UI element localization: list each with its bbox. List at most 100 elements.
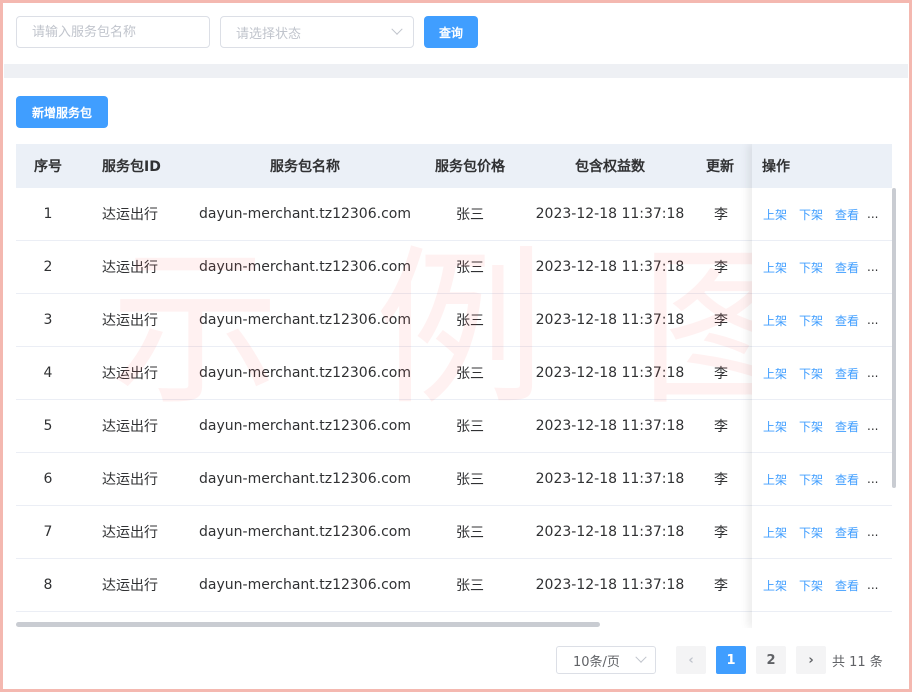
shelve-link[interactable]: 上架 xyxy=(763,312,787,329)
view-link[interactable]: 查看 xyxy=(835,418,859,435)
cell-price: 张三 xyxy=(456,366,484,382)
cell-package-name: dayun-merchant.tz12306.com xyxy=(199,312,411,328)
row-actions: 上架 下架 查看... xyxy=(752,559,892,612)
cell-index: 5 xyxy=(43,418,53,434)
header-updated-by: 更新 xyxy=(706,159,734,175)
cell-package-name: dayun-merchant.tz12306.com xyxy=(199,365,411,381)
cell-index: 2 xyxy=(43,259,53,275)
pagination: 10条/页 ‹ 1 2 › 共 11 条 xyxy=(556,646,883,674)
cell-index: 6 xyxy=(43,471,53,487)
header-index: 序号 xyxy=(34,159,62,175)
unshelve-link[interactable]: 下架 xyxy=(799,312,823,329)
shelve-link[interactable]: 上架 xyxy=(763,206,787,223)
chevron-left-icon: ‹ xyxy=(688,652,694,668)
shelve-link[interactable]: 上架 xyxy=(763,524,787,541)
unshelve-link[interactable]: 下架 xyxy=(799,206,823,223)
filter-bar: 请选择状态 查询 xyxy=(16,16,479,48)
header-package-id: 服务包ID xyxy=(102,159,161,175)
vertical-scrollbar[interactable] xyxy=(892,188,896,488)
header-rights-count: 包含权益数 xyxy=(575,159,645,175)
cell-updated-by: 李 xyxy=(714,525,728,541)
shelve-link[interactable]: 上架 xyxy=(763,471,787,488)
row-actions: 上架 下架 查看... xyxy=(752,347,892,400)
row-actions: 上架 下架 查看... xyxy=(752,294,892,347)
cell-updated-by: 李 xyxy=(714,313,728,329)
view-link[interactable]: 查看 xyxy=(835,206,859,223)
more-actions-button[interactable]: ... xyxy=(867,207,878,221)
row-actions: 上架 下架 查看... xyxy=(752,453,892,506)
cell-rights-count: 2023-12-18 11:37:18 xyxy=(535,577,685,593)
cell-rights-count: 2023-12-18 11:37:18 xyxy=(535,365,685,381)
cell-package-name: dayun-merchant.tz12306.com xyxy=(199,577,411,593)
cell-updated-by: 李 xyxy=(714,472,728,488)
cell-index: 1 xyxy=(43,206,53,222)
view-link[interactable]: 查看 xyxy=(835,471,859,488)
shelve-link[interactable]: 上架 xyxy=(763,259,787,276)
view-link[interactable]: 查看 xyxy=(835,577,859,594)
unshelve-link[interactable]: 下架 xyxy=(799,259,823,276)
row-actions: 上架 下架 查看... xyxy=(752,188,892,241)
page-button-1[interactable]: 1 xyxy=(716,646,746,674)
page-button-2[interactable]: 2 xyxy=(756,646,786,674)
more-actions-button[interactable]: ... xyxy=(867,525,878,539)
more-actions-button[interactable]: ... xyxy=(867,366,878,380)
more-actions-button[interactable]: ... xyxy=(867,260,878,274)
chevron-down-icon xyxy=(391,23,403,35)
cell-rights-count: 2023-12-18 11:37:18 xyxy=(535,524,685,540)
prev-page-button[interactable]: ‹ xyxy=(676,646,706,674)
status-select[interactable]: 请选择状态 xyxy=(220,16,414,48)
section-divider xyxy=(4,64,908,78)
unshelve-link[interactable]: 下架 xyxy=(799,418,823,435)
row-actions: 上架 下架 查看... xyxy=(752,506,892,559)
cell-package-id: 达运出行 xyxy=(102,472,158,488)
cell-rights-count: 2023-12-18 11:37:18 xyxy=(535,259,685,275)
unshelve-link[interactable]: 下架 xyxy=(799,471,823,488)
cell-updated-by: 李 xyxy=(714,578,728,594)
query-button[interactable]: 查询 xyxy=(424,16,479,48)
add-package-button[interactable]: 新增服务包 xyxy=(16,96,108,128)
more-actions-button[interactable]: ... xyxy=(867,419,878,433)
horizontal-scrollbar[interactable] xyxy=(16,622,600,627)
row-actions: 上架 下架 查看... xyxy=(752,400,892,453)
shelve-link[interactable]: 上架 xyxy=(763,418,787,435)
view-link[interactable]: 查看 xyxy=(835,365,859,382)
page-size-select[interactable]: 10条/页 xyxy=(556,646,656,674)
cell-index: 8 xyxy=(43,577,53,593)
package-name-input[interactable] xyxy=(16,16,210,48)
shelve-link[interactable]: 上架 xyxy=(763,365,787,382)
cell-rights-count: 2023-12-18 11:37:18 xyxy=(535,418,685,434)
view-link[interactable]: 查看 xyxy=(835,259,859,276)
cell-updated-by: 李 xyxy=(714,207,728,223)
cell-package-id: 达运出行 xyxy=(102,260,158,276)
cell-package-id: 达运出行 xyxy=(102,578,158,594)
more-actions-button[interactable]: ... xyxy=(867,313,878,327)
cell-price: 张三 xyxy=(456,207,484,223)
cell-price: 张三 xyxy=(456,260,484,276)
cell-updated-by: 李 xyxy=(714,419,728,435)
total-count: 共 11 条 xyxy=(832,654,883,670)
cell-price: 张三 xyxy=(456,578,484,594)
cell-package-id: 达运出行 xyxy=(102,525,158,541)
package-table: 序号 服务包ID 服务包名称 服务包价格 包含权益数 更新 1 达运出行 dayun… xyxy=(16,144,892,628)
unshelve-link[interactable]: 下架 xyxy=(799,577,823,594)
cell-package-id: 达运出行 xyxy=(102,419,158,435)
cell-index: 3 xyxy=(43,312,53,328)
cell-updated-by: 李 xyxy=(714,260,728,276)
cell-rights-count: 2023-12-18 11:37:18 xyxy=(535,471,685,487)
next-page-button[interactable]: › xyxy=(796,646,826,674)
cell-package-name: dayun-merchant.tz12306.com xyxy=(199,418,411,434)
cell-package-name: dayun-merchant.tz12306.com xyxy=(199,524,411,540)
shelve-link[interactable]: 上架 xyxy=(763,577,787,594)
unshelve-link[interactable]: 下架 xyxy=(799,365,823,382)
cell-rights-count: 2023-12-18 11:37:18 xyxy=(535,312,685,328)
unshelve-link[interactable]: 下架 xyxy=(799,524,823,541)
view-link[interactable]: 查看 xyxy=(835,312,859,329)
more-actions-button[interactable]: ... xyxy=(867,578,878,592)
cell-index: 4 xyxy=(43,365,53,381)
cell-price: 张三 xyxy=(456,525,484,541)
cell-price: 张三 xyxy=(456,419,484,435)
cell-package-id: 达运出行 xyxy=(102,313,158,329)
more-actions-button[interactable]: ... xyxy=(867,472,878,486)
view-link[interactable]: 查看 xyxy=(835,524,859,541)
row-actions: 上架 下架 查看... xyxy=(752,241,892,294)
